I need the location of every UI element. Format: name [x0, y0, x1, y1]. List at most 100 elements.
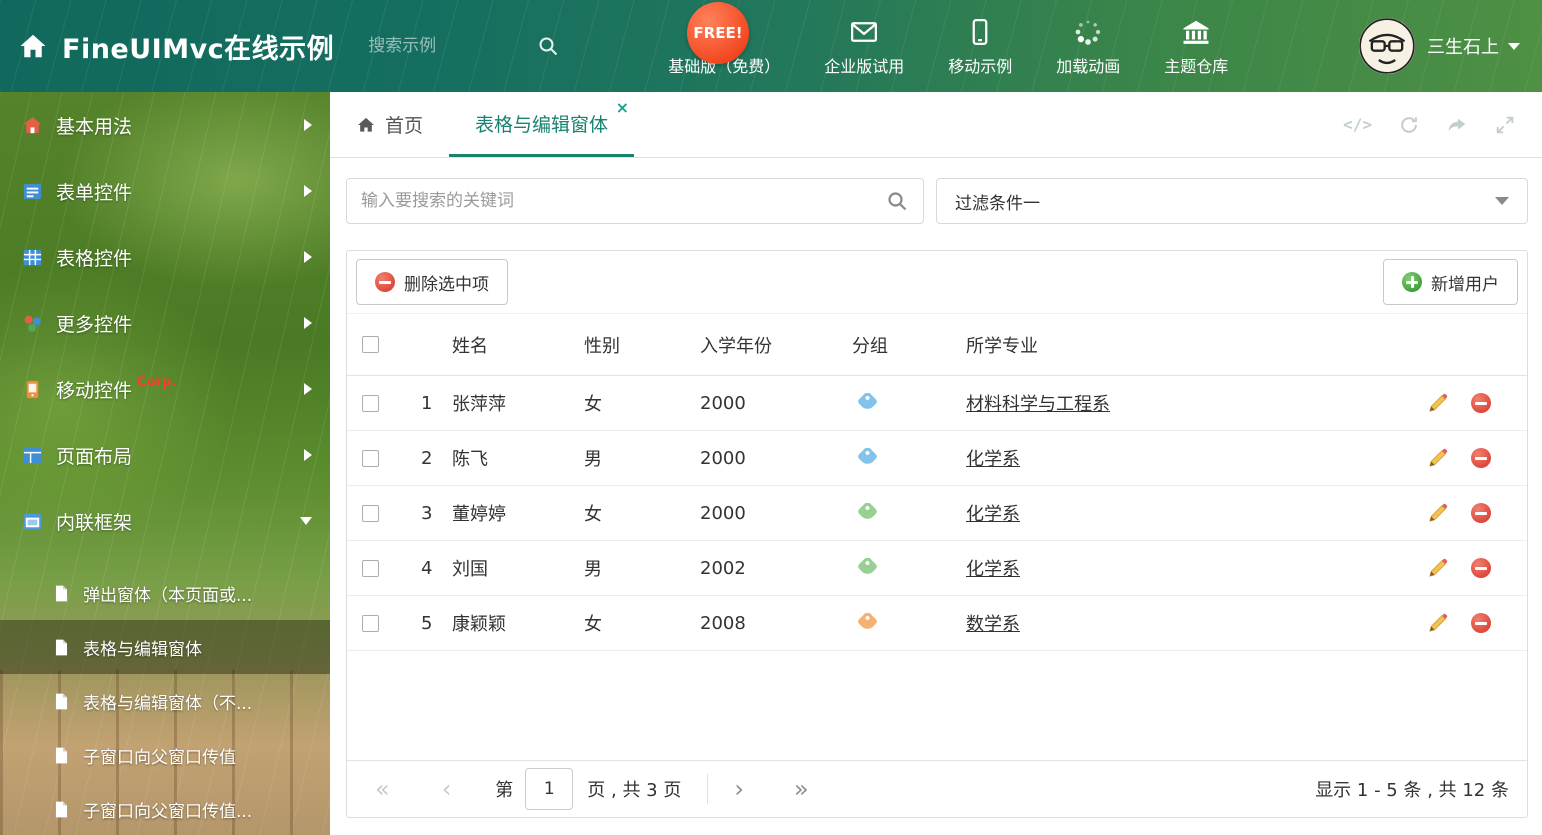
code-icon[interactable]: </> [1343, 115, 1372, 134]
page-suffix-label: 页 , 共 3 页 [587, 780, 682, 801]
form-icon [20, 179, 44, 203]
sidebar-item-page-layout[interactable]: 页面布局 [0, 422, 330, 488]
row-checkbox[interactable] [362, 449, 379, 467]
menu-item-enterprise-trial[interactable]: 企业版试用 [824, 16, 904, 77]
edit-icon[interactable] [1427, 557, 1449, 579]
menu-item-loading-animation[interactable]: 加载动画 [1056, 16, 1120, 77]
delete-selected-button[interactable]: 删除选中项 [356, 259, 508, 305]
search-icon[interactable] [885, 189, 909, 213]
tab-grid-edit-window[interactable]: 表格与编辑窗体 × [449, 92, 635, 157]
cell-group [843, 502, 957, 524]
tag-icon [856, 392, 879, 412]
keyword-search-input[interactable] [361, 191, 885, 211]
tab-bar: 首页 表格与编辑窗体 × </> [330, 92, 1542, 158]
chevron-right-icon [304, 383, 312, 395]
page-number-input[interactable] [525, 768, 574, 810]
refresh-icon[interactable] [1398, 114, 1420, 136]
cell-name: 刘国 [452, 559, 488, 580]
table-row: 3 董婷婷 女 2000 化学系 [347, 486, 1527, 541]
major-link[interactable]: 数学系 [966, 614, 1020, 635]
row-checkbox[interactable] [362, 559, 379, 577]
edit-icon[interactable] [1427, 447, 1449, 469]
sidebar-submenu: 弹出窗体（本页面或... 表格与编辑窗体 表格与编辑窗体（不... 子窗口向父窗… [0, 554, 330, 835]
grid-panel: 删除选中项 新增用户 姓名 性别 入学年份 分组 所学专业 1 张萍萍 女 20… [346, 250, 1528, 818]
edit-icon[interactable] [1427, 392, 1449, 414]
edit-icon[interactable] [1427, 612, 1449, 634]
chevron-down-icon [300, 517, 312, 525]
file-icon [52, 746, 71, 765]
sidebar-subitem-grid-edit-window-2[interactable]: 表格与编辑窗体（不... [0, 674, 330, 728]
menu-item-label: 企业版试用 [824, 56, 905, 76]
fullscreen-icon[interactable] [1494, 114, 1516, 136]
free-badge: FREE! [687, 2, 749, 64]
row-checkbox[interactable] [362, 394, 379, 412]
iframe-icon [20, 509, 44, 533]
tab-content: 过滤条件一 删除选中项 新增用户 [330, 158, 1542, 818]
row-checkbox[interactable] [362, 614, 379, 632]
cell-name: 董婷婷 [452, 504, 506, 525]
sidebar-item-basic-usage[interactable]: 基本用法 [0, 92, 330, 158]
cell-year: 2008 [700, 612, 746, 634]
main-area: 首页 表格与编辑窗体 × </> 输入要搜索的关键词 过滤条件一 删除选中项 新… [330, 92, 1542, 835]
mobile-icon [965, 16, 995, 48]
sidebar-subitem-label: 子窗口向父窗口传值 [83, 747, 236, 768]
layout-icon [20, 443, 44, 467]
home-icon[interactable] [18, 31, 48, 61]
sidebar-item-form-controls[interactable]: 表单控件 [0, 158, 330, 224]
mobile-icon [20, 377, 44, 401]
delete-icon[interactable] [1471, 503, 1491, 523]
cell-name: 陈飞 [452, 449, 488, 470]
edit-icon[interactable] [1427, 502, 1449, 524]
next-page-button[interactable]: › [734, 777, 744, 801]
delete-icon[interactable] [1471, 558, 1491, 578]
sidebar-subitem-child-to-parent[interactable]: 子窗口向父窗口传值 [0, 728, 330, 782]
close-icon[interactable]: × [616, 100, 629, 116]
search-icon[interactable] [536, 34, 560, 58]
sidebar-subitem-label: 子窗口向父窗口传值... [83, 801, 253, 822]
cell-year: 2002 [700, 557, 746, 579]
cell-actions [1415, 447, 1527, 469]
sidebar-item-label: 内联框架 [56, 511, 133, 534]
cell-gender: 女 [584, 614, 602, 635]
first-page-button[interactable]: « [375, 777, 390, 801]
filter-dropdown-value: 过滤条件一 [955, 193, 1040, 214]
username: 三生石上 [1427, 37, 1499, 58]
filter-dropdown[interactable]: 过滤条件一 [936, 178, 1528, 224]
share-icon[interactable] [1446, 114, 1468, 136]
delete-icon[interactable] [1471, 613, 1491, 633]
sidebar-subitem-child-to-parent-2[interactable]: 子窗口向父窗口传值... [0, 782, 330, 835]
delete-icon[interactable] [1471, 393, 1491, 413]
sidebar-subitem-grid-edit-window[interactable]: 表格与编辑窗体 [0, 620, 330, 674]
avatar [1359, 18, 1415, 74]
menu-item-mobile-demo[interactable]: 移动示例 [948, 16, 1012, 77]
row-checkbox[interactable] [362, 504, 379, 522]
sidebar-item-mobile-controls[interactable]: 移动控件 Corp. [0, 356, 330, 422]
tab-home[interactable]: 首页 [330, 92, 449, 157]
menu-item-theme-repo[interactable]: 主题仓库 [1164, 16, 1228, 77]
sidebar-item-table-controls[interactable]: 表格控件 [0, 224, 330, 290]
add-user-button[interactable]: 新增用户 [1383, 259, 1518, 305]
major-link[interactable]: 材料科学与工程系 [966, 394, 1110, 415]
delete-icon[interactable] [1471, 448, 1491, 468]
last-page-button[interactable]: » [794, 777, 809, 801]
user-menu[interactable]: 三生石上 [1359, 18, 1520, 74]
cell-year: 2000 [700, 392, 746, 414]
table-row: 2 陈飞 男 2000 化学系 [347, 431, 1527, 486]
envelope-icon [849, 16, 879, 48]
header-name: 姓名 [452, 335, 488, 357]
sidebar-subitem-label: 表格与编辑窗体（不... [83, 693, 253, 714]
tag-icon [856, 612, 879, 632]
select-all-checkbox[interactable] [362, 336, 379, 353]
chevron-right-icon [304, 185, 312, 197]
major-link[interactable]: 化学系 [966, 504, 1020, 525]
row-index: 1 [421, 392, 433, 414]
sidebar-subitem-popup-window[interactable]: 弹出窗体（本页面或... [0, 566, 330, 620]
major-link[interactable]: 化学系 [966, 449, 1020, 470]
major-link[interactable]: 化学系 [966, 559, 1020, 580]
plus-circle-icon [1402, 272, 1422, 292]
file-icon [52, 800, 71, 819]
sidebar-item-more-controls[interactable]: 更多控件 [0, 290, 330, 356]
header-search-input[interactable] [368, 36, 509, 56]
prev-page-button[interactable]: ‹ [442, 777, 452, 801]
sidebar-item-iframe[interactable]: 内联框架 [0, 488, 330, 554]
